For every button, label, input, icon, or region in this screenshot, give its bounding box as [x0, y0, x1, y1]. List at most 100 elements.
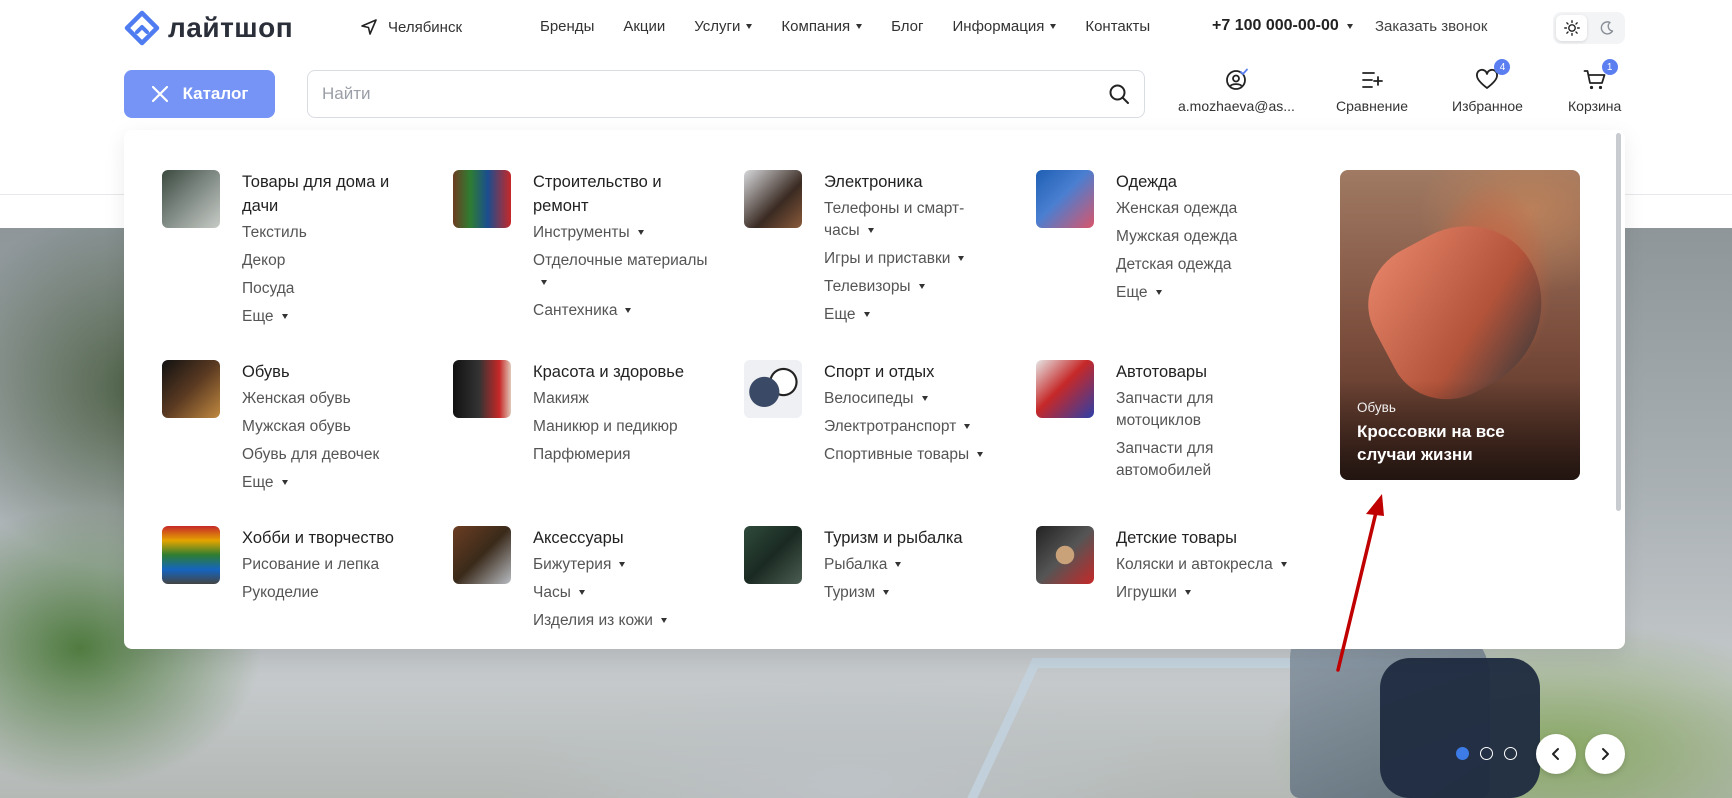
scrollbar[interactable] — [1616, 133, 1621, 511]
phone-number: +7 100 000-00-00 — [1212, 17, 1339, 34]
subcategory-label: Велосипеды — [824, 390, 914, 407]
catalog-subcategory-link[interactable]: Игры и приставки — [824, 248, 999, 270]
catalog-category-title[interactable]: Электроника — [824, 170, 999, 194]
search-input[interactable] — [322, 84, 1108, 104]
catalog-category-title[interactable]: Туризм и рыбалка — [824, 526, 999, 550]
catalog-subcategory-link[interactable]: Телефоны и смарт-часы — [824, 198, 999, 242]
catalog-category-title[interactable]: Одежда — [1116, 170, 1291, 194]
catalog-subcategory-link[interactable]: Детская одежда — [1116, 254, 1291, 276]
catalog-subcategory-link[interactable]: Запчасти для мотоциклов — [1116, 388, 1291, 432]
caret-down-icon — [637, 230, 644, 236]
catalog-subcategory-link[interactable]: Мужская обувь — [242, 416, 417, 438]
cart-button[interactable]: 1 Корзина — [1568, 59, 1621, 114]
catalog-category-title[interactable]: Автотовары — [1116, 360, 1291, 384]
catalog-subcategory-link[interactable]: Еще — [824, 304, 999, 326]
construction-icon[interactable] — [453, 170, 511, 228]
catalog-subcategory-link[interactable]: Часы — [533, 582, 708, 604]
catalog-subcategory-link[interactable]: Текстиль — [242, 222, 417, 244]
logo[interactable]: лайтшоп — [124, 10, 293, 46]
catalog-subcategory-link[interactable]: Женская одежда — [1116, 198, 1291, 220]
light-theme-button[interactable] — [1556, 15, 1587, 41]
nav-item-promo[interactable]: Акции — [623, 18, 665, 35]
favorites-label: Избранное — [1452, 98, 1523, 114]
electronics-icon[interactable] — [744, 170, 802, 228]
nav-item-blog[interactable]: Блог — [891, 18, 923, 35]
shoes-icon[interactable] — [162, 360, 220, 418]
caret-down-icon — [281, 314, 288, 320]
catalog-subcategory-link[interactable]: Велосипеды — [824, 388, 999, 410]
catalog-subcategory-link[interactable]: Телевизоры — [824, 276, 999, 298]
slider-next-button[interactable] — [1585, 734, 1625, 774]
catalog-subcategory-link[interactable]: Женская обувь — [242, 388, 417, 410]
catalog-subcategory-link[interactable]: Игрушки — [1116, 582, 1291, 604]
catalog-subcategory-link[interactable]: Мужская одежда — [1116, 226, 1291, 248]
catalog-subcategory-link[interactable]: Спортивные товары — [824, 444, 999, 466]
nav-item-info[interactable]: Информация — [953, 18, 1057, 35]
callback-link[interactable]: Заказать звонок — [1375, 18, 1487, 35]
nav-label: Услуги — [694, 18, 741, 35]
catalog-subcategory-link[interactable]: Декор — [242, 250, 417, 272]
profile-button[interactable]: a.mozhaeva@as... — [1178, 68, 1295, 114]
catalog-category-title[interactable]: Детские товары — [1116, 526, 1291, 550]
catalog-subcategory-link[interactable]: Обувь для девочек — [242, 444, 417, 466]
nav-item-services[interactable]: Услуги — [694, 18, 753, 35]
city-selector[interactable]: Челябинск — [360, 18, 462, 36]
clothing-icon[interactable] — [1036, 170, 1094, 228]
catalog-subcategory-link[interactable]: Еще — [242, 472, 417, 494]
hobby-icon[interactable] — [162, 526, 220, 584]
catalog-subcategory-link[interactable]: Посуда — [242, 278, 417, 300]
catalog-subcategory-link[interactable]: Сантехника — [533, 300, 708, 322]
slider-dot[interactable] — [1480, 747, 1493, 760]
catalog-subcategory-link[interactable]: Еще — [242, 306, 417, 328]
phone-selector[interactable]: +7 100 000-00-00 — [1212, 17, 1353, 35]
promo-category: Обувь — [1357, 400, 1396, 415]
catalog-category-title[interactable]: Аксессуары — [533, 526, 708, 550]
subcategory-label: Еще — [824, 306, 856, 323]
catalog-subcategory-link[interactable]: Парфюмерия — [533, 444, 708, 466]
catalog-subcategory-link[interactable]: Макияж — [533, 388, 708, 410]
nav-item-company[interactable]: Компания — [781, 18, 863, 35]
catalog-subcategory-link[interactable]: Отделочные материалы — [533, 250, 708, 294]
home-goods-icon[interactable] — [162, 170, 220, 228]
tourism-icon[interactable] — [744, 526, 802, 584]
catalog-label: Каталог — [182, 84, 249, 103]
caret-down-icon — [746, 24, 753, 29]
sport-icon[interactable] — [744, 360, 802, 418]
catalog-subcategory-link[interactable]: Изделия из кожи — [533, 610, 708, 632]
compare-button[interactable]: Сравнение — [1336, 68, 1408, 114]
cyclist-jeans — [1380, 658, 1540, 798]
favorites-button[interactable]: 4 Избранное — [1452, 59, 1523, 114]
nav-item-contacts[interactable]: Контакты — [1085, 18, 1150, 35]
catalog-subcategory-link[interactable]: Коляски и автокресла — [1116, 554, 1291, 576]
catalog-button[interactable]: Каталог — [124, 70, 275, 118]
catalog-category-title[interactable]: Товары для дома и дачи — [242, 170, 417, 218]
nav-item-brands[interactable]: Бренды — [540, 18, 594, 35]
catalog-subcategory-link[interactable]: Бижутерия — [533, 554, 708, 576]
slider-prev-button[interactable] — [1536, 734, 1576, 774]
catalog-subcategory-link[interactable]: Туризм — [824, 582, 999, 604]
catalog-subcategory-link[interactable]: Рисование и лепка — [242, 554, 417, 576]
catalog-subcategory-link[interactable]: Еще — [1116, 282, 1291, 304]
beauty-icon[interactable] — [453, 360, 511, 418]
catalog-category-title[interactable]: Спорт и отдых — [824, 360, 999, 384]
kids-icon[interactable] — [1036, 526, 1094, 584]
subcategory-label: Запчасти для мотоциклов — [1116, 390, 1214, 429]
subcategory-label: Телевизоры — [824, 278, 911, 295]
catalog-category-title[interactable]: Строительство и ремонт — [533, 170, 708, 218]
catalog-category-title[interactable]: Обувь — [242, 360, 417, 384]
promo-card[interactable]: Обувь Кроссовки на все случаи жизни — [1340, 170, 1580, 480]
catalog-subcategory-link[interactable]: Рыбалка — [824, 554, 999, 576]
catalog-subcategory-link[interactable]: Электротранспорт — [824, 416, 999, 438]
slider-dot[interactable] — [1504, 747, 1517, 760]
search-icon[interactable] — [1108, 83, 1130, 105]
auto-icon[interactable] — [1036, 360, 1094, 418]
catalog-subcategory-link[interactable]: Маникюр и педикюр — [533, 416, 708, 438]
accessories-icon[interactable] — [453, 526, 511, 584]
catalog-subcategory-link[interactable]: Запчасти для автомобилей — [1116, 438, 1291, 482]
dark-theme-button[interactable] — [1591, 15, 1622, 41]
slider-dot[interactable] — [1456, 747, 1469, 760]
catalog-subcategory-link[interactable]: Рукоделие — [242, 582, 417, 604]
catalog-subcategory-link[interactable]: Инструменты — [533, 222, 708, 244]
catalog-category-title[interactable]: Хобби и творчество — [242, 526, 417, 550]
catalog-category-title[interactable]: Красота и здоровье — [533, 360, 708, 384]
